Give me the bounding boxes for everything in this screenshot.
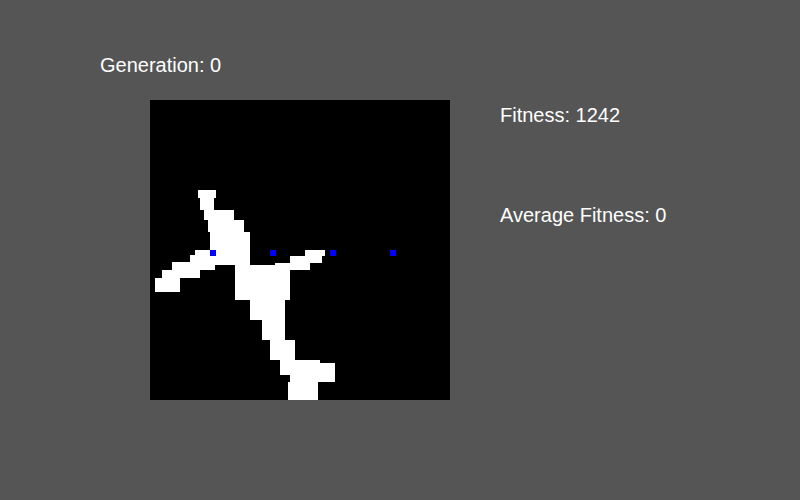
average-fitness-label: Average Fitness: 0 <box>500 203 666 227</box>
creature-icon <box>155 190 335 400</box>
target-dot <box>210 250 216 256</box>
fitness-label: Fitness: 1242 <box>500 103 666 127</box>
generation-label: Generation: 0 <box>100 54 221 76</box>
stats-panel: Fitness: 1242 Average Fitness: 0 <box>500 100 666 400</box>
app-window: Generation: 0 Fitness: 1242 Average Fitnes… <box>0 0 800 500</box>
target-dot <box>270 250 276 256</box>
simulation-canvas <box>150 100 450 400</box>
header: Generation: 0 <box>0 0 800 100</box>
target-dot <box>330 250 336 256</box>
target-dot <box>390 250 396 256</box>
main-row: Fitness: 1242 Average Fitness: 0 <box>0 100 800 400</box>
